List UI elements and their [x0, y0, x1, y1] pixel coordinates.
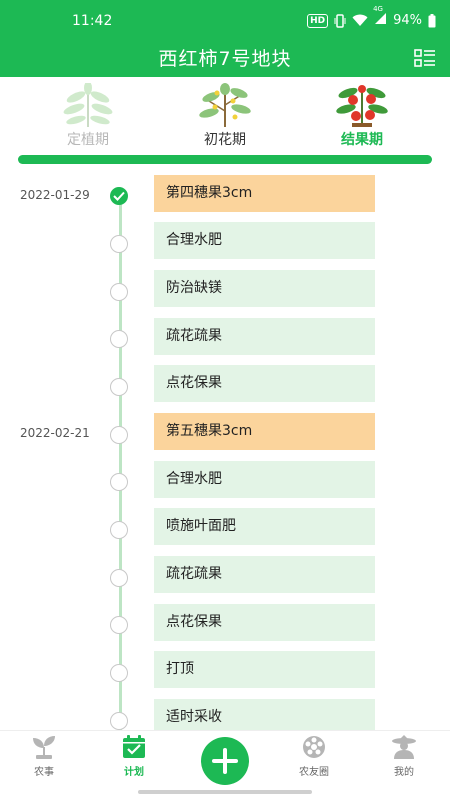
task-item[interactable]: 疏花疏果: [154, 318, 375, 355]
timeline-line: [119, 195, 122, 730]
home-indicator[interactable]: [138, 790, 312, 794]
stage-first-flower[interactable]: 初花期: [170, 77, 280, 149]
battery-icon: [428, 13, 436, 27]
nav-label-community: 农友圈: [299, 767, 329, 778]
task-item[interactable]: 合理水肥: [154, 222, 375, 259]
growth-stage-selector: 定植期 初花期 结果期: [0, 77, 450, 157]
stage-planting[interactable]: 定植期: [33, 77, 143, 149]
task-item[interactable]: 喷施叶面肥: [154, 508, 375, 545]
task-checkbox[interactable]: [110, 616, 128, 634]
fruiting-tomato-icon: [336, 85, 388, 127]
battery-percent: 94%: [393, 13, 422, 28]
task-item-milestone[interactable]: 第五穗果3cm: [154, 413, 375, 450]
add-button[interactable]: [201, 737, 249, 785]
nav-farming[interactable]: 农事: [9, 735, 79, 778]
nav-community[interactable]: 农友圈: [279, 735, 349, 778]
nav-label-profile: 我的: [394, 767, 414, 778]
nav-plan[interactable]: 计划: [99, 735, 169, 778]
app-header: 西红柿7号地块: [0, 40, 450, 77]
community-icon: [303, 736, 325, 758]
stage-label-first-flower: 初花期: [204, 132, 246, 148]
list-menu-icon[interactable]: [414, 48, 436, 68]
timeline-date: 2022-02-21: [20, 426, 90, 440]
task-item[interactable]: 疏花疏果: [154, 556, 375, 593]
task-timeline[interactable]: 2022-01-29 2022-02-21 第四穗果3cm 合理水肥 防治缺镁 …: [0, 170, 450, 730]
hd-badge: HD: [307, 13, 329, 28]
wifi-icon: [352, 14, 368, 26]
task-item[interactable]: 点花保果: [154, 365, 375, 402]
seedling-plant-icon: [63, 83, 113, 127]
task-checkbox[interactable]: [110, 521, 128, 539]
plus-icon: [212, 748, 238, 774]
stage-progress-bar: [18, 155, 432, 164]
status-bar: 11:42 HD 4G 94%: [0, 0, 450, 40]
status-icons: HD 4G 94%: [307, 5, 436, 29]
sprout-icon: [33, 736, 55, 759]
task-checkbox-done[interactable]: [110, 187, 128, 205]
task-checkbox[interactable]: [110, 712, 128, 730]
flowering-plant-icon: [199, 83, 251, 127]
task-item-milestone[interactable]: 第四穗果3cm: [154, 175, 375, 212]
task-item[interactable]: 点花保果: [154, 604, 375, 641]
task-checkbox[interactable]: [110, 378, 128, 396]
task-checkbox[interactable]: [110, 235, 128, 253]
stage-label-fruiting: 结果期: [341, 132, 383, 148]
farmer-avatar-icon: [392, 735, 416, 759]
task-checkbox[interactable]: [110, 569, 128, 587]
timeline-date: 2022-01-29: [20, 188, 90, 202]
task-item[interactable]: 合理水肥: [154, 461, 375, 498]
task-checkbox[interactable]: [110, 330, 128, 348]
task-checkbox[interactable]: [110, 283, 128, 301]
vibrate-icon: [334, 13, 346, 28]
task-checkbox[interactable]: [110, 426, 128, 444]
task-checkbox[interactable]: [110, 473, 128, 491]
nav-label-plan: 计划: [124, 767, 144, 778]
network-type: 4G: [373, 5, 383, 13]
check-icon: [113, 191, 125, 201]
task-checkbox[interactable]: [110, 664, 128, 682]
calendar-check-icon: [123, 735, 145, 758]
status-time: 11:42: [72, 13, 113, 29]
nav-profile[interactable]: 我的: [369, 735, 439, 778]
task-item[interactable]: 打顶: [154, 651, 375, 688]
task-item[interactable]: 适时采收: [154, 699, 375, 730]
stage-fruiting[interactable]: 结果期: [307, 77, 417, 149]
page-title: 西红柿7号地块: [158, 48, 292, 70]
signal-icon: [375, 13, 387, 24]
stage-label-planting: 定植期: [67, 132, 109, 148]
task-item[interactable]: 防治缺镁: [154, 270, 375, 307]
nav-label-farming: 农事: [34, 767, 54, 778]
